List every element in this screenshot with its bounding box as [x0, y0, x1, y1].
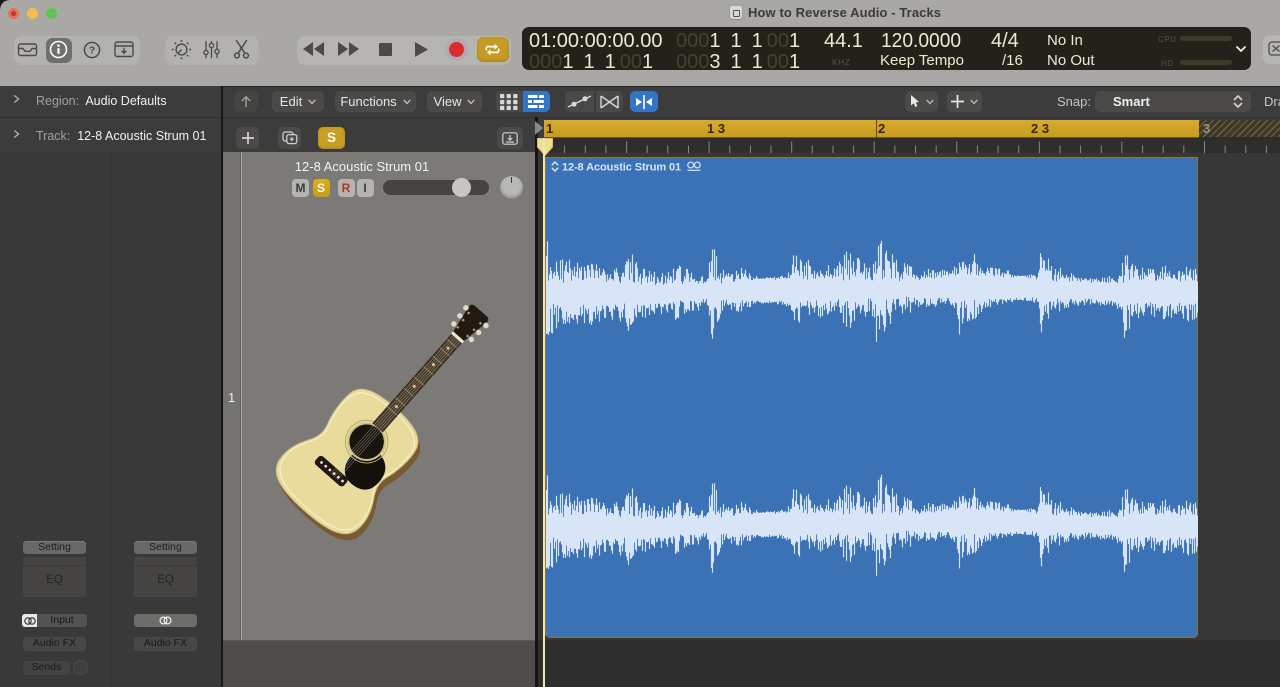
svg-text:?: ?: [89, 45, 95, 57]
